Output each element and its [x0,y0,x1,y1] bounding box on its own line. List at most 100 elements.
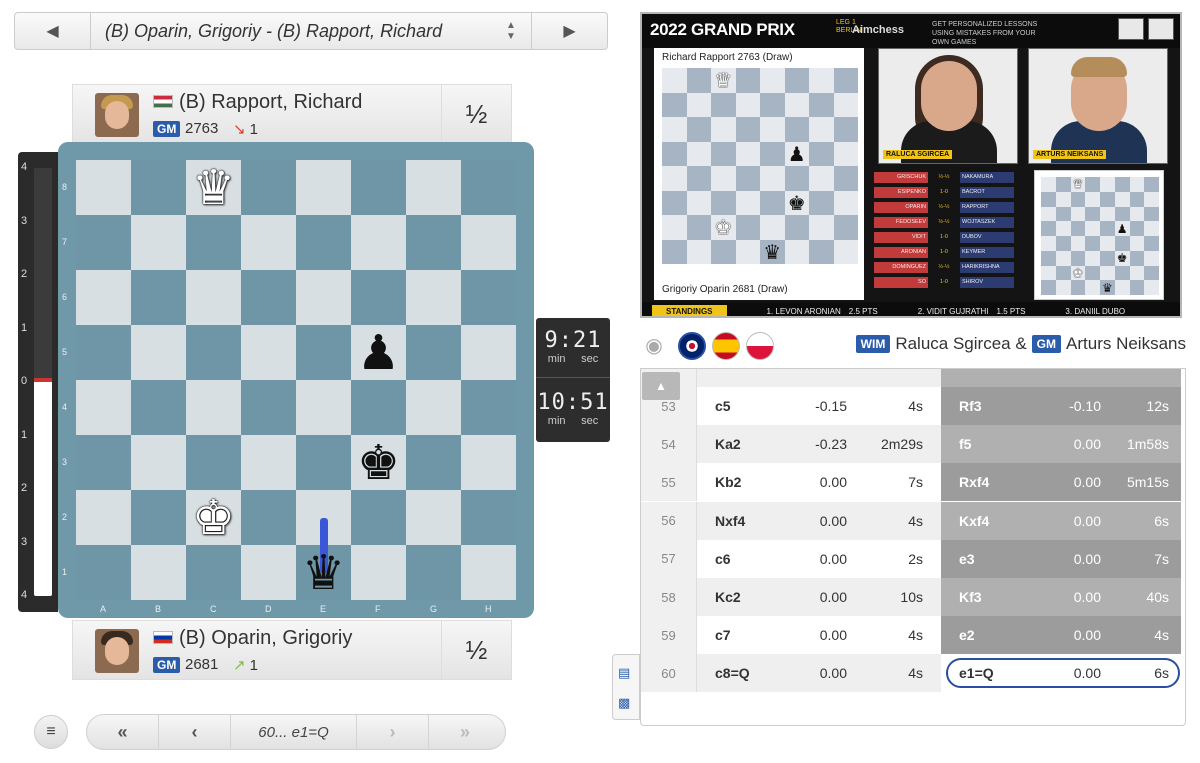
board-square-h1[interactable] [461,545,516,600]
board-square-a4[interactable] [76,380,131,435]
black-king-piece[interactable]: ♚ [351,435,406,490]
board-square-e5[interactable] [296,325,351,380]
black-queen-piece[interactable]: ♛ [296,545,351,600]
board-square-d4[interactable] [241,380,296,435]
board-square-e8[interactable] [296,160,351,215]
polish-flag-icon[interactable] [746,332,774,360]
board-square-b6[interactable] [131,270,186,325]
white-move[interactable]: c8=Q [715,665,750,681]
board-square-f7[interactable] [351,215,406,270]
notation-tab-icon[interactable]: ▤ [618,665,636,680]
board-square-h5[interactable] [461,325,516,380]
board-square-a3[interactable] [76,435,131,490]
board-square-e6[interactable] [296,270,351,325]
table-row[interactable]: 53 c5 -0.15 4s Rf3 -0.10 12s [641,387,1181,425]
board-square-a2[interactable] [76,490,131,545]
black-move-cell[interactable]: f5 0.00 1m58s [941,425,1181,464]
white-king-piece[interactable]: ♚ [186,490,241,545]
board-square-h6[interactable] [461,270,516,325]
white-move[interactable]: Kc2 [715,589,741,605]
board-square-h4[interactable] [461,380,516,435]
spanish-flag-icon[interactable] [712,332,740,360]
board-square-h2[interactable] [461,490,516,545]
fullscreen-icon[interactable] [1148,18,1174,40]
black-move[interactable]: f5 [959,436,971,452]
board-square-b4[interactable] [131,380,186,435]
game-dropdown-toggle[interactable]: ▲ ▼ [491,20,531,42]
table-row[interactable]: 54 Ka2 -0.23 2m29s f5 0.00 1m58s [641,425,1181,464]
black-move[interactable]: e3 [959,551,975,567]
table-row[interactable]: 55 Kb2 0.00 7s Rxf4 0.00 5m15s [641,463,1181,502]
board-square-f6[interactable] [351,270,406,325]
board-square-c4[interactable] [186,380,241,435]
black-move-cell[interactable]: Kxf4 0.00 6s [941,501,1181,540]
chat-tab-icon[interactable]: ▩ [618,695,636,710]
board-square-d6[interactable] [241,270,296,325]
scroll-up-button[interactable]: ▲ [642,372,680,400]
black-move-cell[interactable]: e1=Q 0.00 6s [941,654,1181,693]
black-move[interactable]: e2 [959,627,975,643]
board-square-b3[interactable] [131,435,186,490]
board-square-c7[interactable] [186,215,241,270]
board-square-d8[interactable] [241,160,296,215]
board-square-a5[interactable] [76,325,131,380]
black-move-cell[interactable]: e3 0.00 7s [941,539,1181,578]
black-move[interactable]: Kf3 [959,589,982,605]
black-move[interactable]: Rf3 [959,398,982,414]
player-name[interactable]: (B) Oparin, Grigoriy [179,627,352,650]
previous-move-button[interactable]: ‹ [159,715,231,749]
board-square-d2[interactable] [241,490,296,545]
black-move-cell[interactable]: Kf3 0.00 40s [941,578,1181,616]
board-square-f8[interactable] [351,160,406,215]
board-square-f4[interactable] [351,380,406,435]
board-square-c6[interactable] [186,270,241,325]
popout-icon[interactable] [1118,18,1144,40]
board-square-d7[interactable] [241,215,296,270]
board-square-f1[interactable] [351,545,406,600]
board-square-b1[interactable] [131,545,186,600]
black-move-cell[interactable]: Rxf4 0.00 5m15s [941,463,1181,502]
table-row[interactable]: 59 c7 0.00 4s e2 0.00 4s [641,616,1181,655]
white-move[interactable]: c6 [715,551,731,567]
game-selector[interactable]: ◀ (B) Oparin, Grigoriy - (B) Rapport, Ri… [14,12,608,50]
board-square-g6[interactable] [406,270,461,325]
board-square-h3[interactable] [461,435,516,490]
white-move[interactable]: Ka2 [715,436,741,452]
chess-board[interactable]: ♛ ♟ ♚ ♚ ♛ [76,160,516,600]
board-square-a6[interactable] [76,270,131,325]
table-row[interactable]: 58 Kc2 0.00 10s Kf3 0.00 40s [641,578,1181,616]
board-square-e4[interactable] [296,380,351,435]
board-square-a7[interactable] [76,215,131,270]
previous-game-button[interactable]: ◀ [15,13,91,49]
board-square-g4[interactable] [406,380,461,435]
board-square-d3[interactable] [241,435,296,490]
white-move[interactable]: c5 [715,398,731,414]
board-square-g3[interactable] [406,435,461,490]
white-move[interactable]: Nxf4 [715,513,745,529]
black-pawn-piece[interactable]: ♟ [351,325,406,380]
white-move[interactable]: c7 [715,627,731,643]
broadcast-video[interactable]: 2022 GRAND PRIX LEG 1 BERLIN Aimchess GET… [640,12,1182,318]
board-square-b5[interactable] [131,325,186,380]
white-queen-piece[interactable]: ♛ [186,160,241,215]
last-move-button[interactable]: » [429,715,501,749]
camera-icon[interactable]: ◉ [640,332,668,360]
board-square-h8[interactable] [461,160,516,215]
english-flag-icon[interactable] [678,332,706,360]
board-square-g8[interactable] [406,160,461,215]
first-move-button[interactable]: « [87,715,159,749]
board-square-d5[interactable] [241,325,296,380]
table-row[interactable]: 56 Nxf4 0.00 4s Kxf4 0.00 6s [641,501,1181,540]
board-square-c3[interactable] [186,435,241,490]
white-move[interactable]: Kb2 [715,474,741,490]
black-move[interactable]: Kxf4 [959,513,989,529]
table-row[interactable]: 57 c6 0.00 2s e3 0.00 7s [641,539,1181,578]
board-square-d1[interactable] [241,545,296,600]
board-square-e7[interactable] [296,215,351,270]
black-move[interactable]: e1=Q [959,665,994,681]
black-move[interactable]: Rxf4 [959,474,989,490]
next-move-button[interactable]: › [357,715,429,749]
moves-table[interactable]: 53 c5 -0.15 4s Rf3 -0.10 12s 54 Ka2 -0.23 2m29s f5 0… [640,368,1186,726]
player-name[interactable]: (B) Rapport, Richard [179,91,362,114]
board-square-g1[interactable] [406,545,461,600]
